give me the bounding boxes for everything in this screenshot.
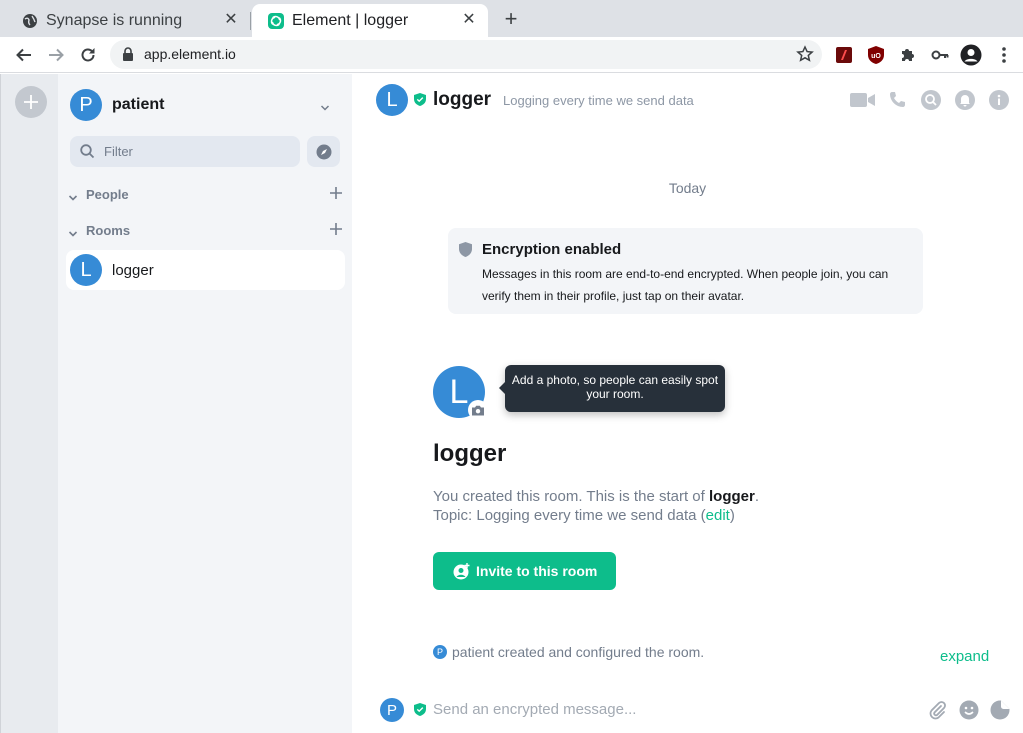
element-logo-icon bbox=[268, 12, 284, 29]
close-icon[interactable]: ✕ bbox=[460, 11, 478, 29]
back-arrow-icon[interactable] bbox=[12, 43, 36, 67]
extension-red-icon[interactable] bbox=[833, 44, 855, 66]
verified-shield-icon bbox=[414, 93, 426, 111]
chevron-down-icon[interactable] bbox=[68, 189, 78, 207]
verified-shield-icon bbox=[414, 703, 426, 721]
section-people[interactable]: People bbox=[68, 185, 344, 205]
element-app: P patient Filter People Rooms L logger L… bbox=[0, 74, 1023, 733]
tab-divider bbox=[250, 12, 251, 30]
expand-link[interactable]: expand bbox=[940, 648, 989, 665]
address-bar[interactable]: app.element.io bbox=[110, 40, 822, 69]
search-icon[interactable] bbox=[920, 89, 942, 111]
intro-created-prefix: You created this room. This is the start… bbox=[433, 488, 709, 505]
intro-topic-line: Topic: Logging every time we send data (… bbox=[433, 506, 759, 525]
close-icon[interactable]: ✕ bbox=[222, 11, 240, 29]
encryption-description: Messages in this room are end-to-end enc… bbox=[482, 267, 889, 303]
section-label: People bbox=[86, 187, 129, 202]
room-creation-summary: P patient created and configured the roo… bbox=[433, 644, 704, 660]
browser-toolbar: app.element.io uO bbox=[0, 37, 1023, 73]
shield-icon bbox=[459, 242, 472, 262]
room-intro-name: logger bbox=[433, 440, 507, 467]
video-call-icon[interactable] bbox=[850, 89, 876, 111]
key-icon[interactable] bbox=[929, 44, 951, 66]
paperclip-icon[interactable] bbox=[926, 699, 948, 721]
forward-arrow-icon[interactable] bbox=[44, 43, 68, 67]
room-name: logger bbox=[112, 262, 154, 279]
voice-call-icon[interactable] bbox=[886, 89, 908, 111]
room-tile-logger[interactable]: L logger bbox=[66, 250, 345, 290]
plus-icon bbox=[24, 95, 38, 109]
intro-created-suffix: . bbox=[754, 488, 759, 505]
room-avatar[interactable]: L bbox=[376, 84, 408, 116]
user-avatar[interactable]: P bbox=[70, 89, 102, 121]
room-filter-input[interactable]: Filter bbox=[70, 136, 300, 167]
member-avatar: P bbox=[433, 645, 447, 659]
encryption-title: Encryption enabled bbox=[482, 241, 622, 258]
add-room-icon[interactable] bbox=[328, 221, 344, 237]
intro-room-name: logger bbox=[708, 488, 755, 505]
add-photo-tooltip: Add a photo, so people can easily spot y… bbox=[499, 365, 725, 412]
intro-topic-suffix: ) bbox=[729, 507, 735, 524]
explore-rooms-button[interactable] bbox=[307, 136, 340, 167]
url-text: app.element.io bbox=[144, 46, 236, 62]
invite-label: Invite to this room bbox=[476, 563, 598, 579]
encryption-notice: Encryption enabled Messages in this room… bbox=[448, 228, 923, 314]
reload-icon[interactable] bbox=[76, 43, 100, 67]
room-view: L logger Logging every time we send data bbox=[352, 74, 1023, 733]
browser-menu-icon[interactable] bbox=[993, 44, 1015, 66]
room-topic[interactable]: Logging every time we send data bbox=[503, 93, 694, 108]
composer-avatar: P bbox=[380, 698, 404, 722]
space-panel bbox=[0, 74, 58, 733]
new-tab-button[interactable]: + bbox=[500, 8, 522, 30]
ublock-origin-icon[interactable]: uO bbox=[865, 44, 887, 66]
add-people-icon[interactable] bbox=[328, 185, 344, 201]
camera-icon[interactable] bbox=[468, 400, 488, 420]
tab-title: Synapse is running bbox=[46, 11, 183, 29]
room-list-panel: P patient Filter People Rooms L logger bbox=[58, 74, 352, 733]
room-intro-text: You created this room. This is the start… bbox=[433, 487, 759, 525]
emoji-icon[interactable] bbox=[958, 699, 980, 721]
intro-topic-prefix: Topic: Logging every time we send data ( bbox=[433, 507, 706, 524]
invite-to-room-button[interactable]: Invite to this room bbox=[433, 552, 616, 590]
sticker-icon[interactable] bbox=[989, 699, 1011, 721]
chevron-down-icon[interactable] bbox=[320, 99, 330, 117]
svg-text:uO: uO bbox=[871, 53, 881, 60]
globe-icon bbox=[22, 13, 38, 29]
browser-tabstrip: Synapse is running ✕ Element | logger ✕ … bbox=[0, 0, 1023, 37]
date-separator: Today bbox=[668, 180, 707, 196]
message-input[interactable]: Send an encrypted message... bbox=[433, 701, 636, 718]
intro-created-line: You created this room. This is the start… bbox=[433, 487, 759, 506]
room-title[interactable]: logger bbox=[433, 89, 491, 111]
user-menu-name[interactable]: patient bbox=[112, 96, 164, 114]
add-user-icon bbox=[453, 562, 470, 580]
section-label: Rooms bbox=[86, 223, 131, 238]
profile-avatar-icon[interactable] bbox=[960, 44, 982, 66]
create-space-button[interactable] bbox=[15, 86, 47, 118]
room-avatar: L bbox=[70, 254, 102, 286]
browser-tab[interactable]: Synapse is running ✕ bbox=[6, 4, 250, 37]
lock-icon bbox=[122, 47, 134, 66]
edit-topic-link[interactable]: edit bbox=[706, 507, 730, 524]
section-rooms[interactable]: Rooms bbox=[68, 221, 344, 241]
tab-title: Element | logger bbox=[292, 11, 409, 29]
compass-icon bbox=[316, 144, 331, 159]
notifications-bell-icon[interactable] bbox=[954, 89, 976, 111]
extensions-puzzle-icon[interactable] bbox=[897, 44, 919, 66]
chevron-down-icon[interactable] bbox=[68, 225, 78, 243]
room-info-icon[interactable] bbox=[988, 89, 1010, 111]
bookmark-star-icon[interactable] bbox=[796, 45, 814, 68]
browser-tab-active[interactable]: Element | logger ✕ bbox=[252, 4, 488, 37]
search-icon bbox=[80, 144, 95, 164]
filter-placeholder: Filter bbox=[104, 144, 133, 159]
summary-text: patient created and configured the room. bbox=[452, 644, 705, 660]
